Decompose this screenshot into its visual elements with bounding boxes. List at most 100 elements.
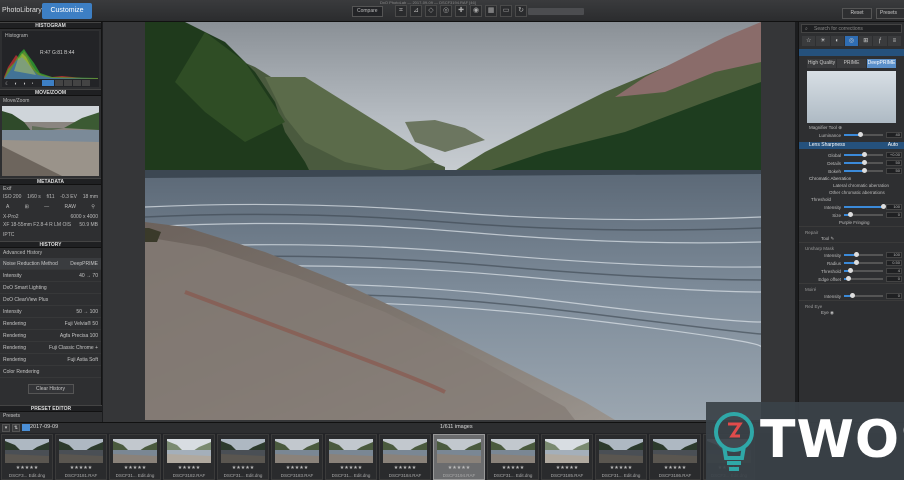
filmstrip-thumbnail[interactable]: ★★★★★ DSCF3183.RAF: [271, 434, 323, 480]
slider-knob[interactable]: [861, 168, 867, 174]
history-item[interactable]: Rendering Fuji Astia Soft: [0, 354, 101, 366]
slider-track[interactable]: [844, 168, 883, 174]
magnifier-icon[interactable]: ⊕: [838, 125, 842, 130]
clear-history-button[interactable]: Clear History: [27, 384, 74, 394]
gauge-icon[interactable]: ◔: [31, 81, 34, 87]
thumbnail-rating[interactable]: ★★★★★: [488, 465, 538, 471]
slider-value[interactable]: 0.50: [886, 260, 902, 266]
luminance-value[interactable]: 40: [886, 132, 902, 138]
channel-l-button[interactable]: [82, 80, 90, 86]
filmstrip-thumbnail[interactable]: ★★★★★ DSCF3181.RAF: [55, 434, 107, 480]
local-adjust-icon[interactable]: ◎: [440, 5, 452, 17]
filmstrip-thumbnail[interactable]: ★★★★★ DSCF3182.RAF: [163, 434, 215, 480]
slider-value[interactable]: 50: [886, 168, 902, 174]
history-header[interactable]: HISTORY: [0, 241, 101, 248]
chromatic-header[interactable]: Chromatic Aberration: [799, 175, 904, 182]
channel-g-button[interactable]: [64, 80, 72, 86]
white-balance-icon[interactable]: ▦: [485, 5, 497, 17]
repair-group[interactable]: Repair: [799, 226, 904, 235]
ca-intensity-value[interactable]: 100: [886, 204, 902, 210]
history-item[interactable]: Color Rendering: [0, 366, 101, 378]
filmstrip-thumbnail[interactable]: ★★★★★ DSCF31... Edit.dng: [109, 434, 161, 480]
thumbnail-rating[interactable]: ★★★★★: [434, 465, 484, 471]
redeye-group[interactable]: Red Eye: [799, 300, 904, 309]
slider-track[interactable]: [844, 252, 883, 258]
moon-icon[interactable]: ☾: [5, 81, 9, 87]
history-item[interactable]: Rendering Agfa Precisa 100: [0, 330, 101, 342]
metadata-header[interactable]: METADATA: [0, 178, 101, 185]
thumbnail-rating[interactable]: ★★★★★: [110, 465, 160, 471]
repair-icon[interactable]: ✚: [455, 5, 467, 17]
slider-knob[interactable]: [847, 268, 853, 274]
iptc-label[interactable]: IPTC: [3, 232, 14, 238]
slider-knob[interactable]: [845, 276, 851, 282]
adjust-slider[interactable]: Edge offset 0: [799, 275, 904, 283]
filmstrip-thumbnail[interactable]: ★★★★★ DSCF31... Edit.dng: [595, 434, 647, 480]
magnifier-row[interactable]: Magnifier Tool ⊕: [799, 124, 904, 131]
ca-size-value[interactable]: 0: [886, 212, 902, 218]
moire-intensity-slider[interactable]: Intensity 0: [799, 292, 904, 300]
moire-group[interactable]: Moiré: [799, 283, 904, 292]
redeye-icon[interactable]: ◉: [470, 5, 482, 17]
folder-icon[interactable]: [22, 424, 30, 431]
clip-shadows-icon[interactable]: ◐: [14, 81, 17, 87]
filmstrip-thumbnail[interactable]: ★★★★★ DSCF31... Edit.dng: [487, 434, 539, 480]
filter-icon[interactable]: ▾: [2, 424, 10, 432]
ca-intensity-slider[interactable]: Intensity 100: [799, 203, 904, 211]
thumbnail-rating[interactable]: ★★★★★: [596, 465, 646, 471]
compare-button[interactable]: Compare: [352, 6, 383, 17]
ca-size-slider[interactable]: Size 0: [799, 211, 904, 219]
adjust-slider[interactable]: Intensity 100: [799, 251, 904, 259]
thumbnail-rating[interactable]: ★★★★★: [164, 465, 214, 471]
history-item[interactable]: DxO Smart Lighting: [0, 282, 101, 294]
preset-editor-header[interactable]: PRESET EDITOR: [0, 405, 102, 412]
presets-button[interactable]: Presets: [876, 8, 904, 19]
thumbnail-rating[interactable]: ★★★★★: [380, 465, 430, 471]
filmstrip-thumbnail[interactable]: ★★★★★ DSCF3... Edit.dng: [1, 434, 53, 480]
color-icon[interactable]: ◐: [830, 36, 844, 46]
other-ca-checkbox[interactable]: Other chromatic aberrations: [799, 189, 904, 196]
thumbnail-rating[interactable]: ★★★★★: [326, 465, 376, 471]
slider-knob[interactable]: [861, 152, 867, 158]
clip-highlights-icon[interactable]: ◑: [23, 81, 26, 87]
adjust-slider[interactable]: Threshold 4: [799, 267, 904, 275]
search-input[interactable]: ⌕ Search for corrections: [801, 24, 902, 33]
slider-knob[interactable]: [861, 160, 867, 166]
purple-fringing-checkbox[interactable]: Purple Fringing: [799, 219, 904, 226]
histogram-header[interactable]: HISTOGRAM: [0, 22, 101, 29]
tab-photolibrary[interactable]: PhotoLibrary: [2, 7, 42, 14]
geometry-icon[interactable]: ⊞: [859, 36, 873, 46]
detail-icon[interactable]: ◎: [844, 36, 859, 46]
navigator-thumbnail[interactable]: [2, 106, 99, 176]
horizon-icon[interactable]: ⊿: [410, 5, 422, 17]
thumbnail-rating[interactable]: ★★★★★: [542, 465, 592, 471]
thumbnail-rating[interactable]: ★★★★★: [2, 465, 52, 471]
fullscreen-icon[interactable]: ▭: [500, 5, 512, 17]
local-icon[interactable]: ƒ: [873, 36, 887, 46]
brush-icon[interactable]: ✎: [831, 236, 835, 241]
tab-customize[interactable]: Customize: [42, 3, 92, 19]
tab-prime[interactable]: PRIME: [837, 59, 866, 68]
info-icon[interactable]: ≡: [887, 36, 901, 46]
slider-value[interactable]: 100: [886, 252, 902, 258]
slider-knob[interactable]: [853, 260, 859, 266]
slider-knob[interactable]: [853, 252, 859, 258]
history-item[interactable]: Intensity 40 → 70: [0, 270, 101, 282]
star-filter-icon[interactable]: ☆: [802, 36, 816, 46]
channel-b-button[interactable]: [73, 80, 81, 86]
slider-value[interactable]: 0: [886, 276, 902, 282]
slider-track[interactable]: [844, 276, 883, 282]
slider-value[interactable]: +0.00: [886, 152, 902, 158]
lens-sharpness-auto[interactable]: Auto: [888, 142, 904, 149]
thumbnail-rating[interactable]: ★★★★★: [272, 465, 322, 471]
adjust-slider[interactable]: Global +0.00: [799, 151, 904, 159]
lens-sharpness-header[interactable]: Lens Sharpness Auto: [799, 142, 904, 149]
eye-icon[interactable]: ◉: [830, 310, 834, 315]
moire-intensity-value[interactable]: 0: [886, 293, 902, 299]
history-item[interactable]: Rendering Fuji Classic Chrome +: [0, 342, 101, 354]
channel-r-button[interactable]: [55, 80, 63, 86]
filmstrip-thumbnail[interactable]: ★★★★★ DSCF3186.RAF: [649, 434, 701, 480]
thumbnail-rating[interactable]: ★★★★★: [650, 465, 700, 471]
slider-track[interactable]: [844, 152, 883, 158]
sort-icon[interactable]: ⇅: [12, 424, 20, 432]
